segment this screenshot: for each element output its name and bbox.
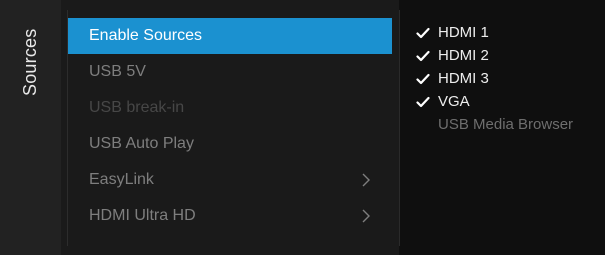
side-panel: Sources: [0, 0, 61, 255]
menu-item-enable-sources[interactable]: Enable Sources: [68, 18, 392, 54]
sources-list: HDMI 1 HDMI 2 HDMI 3 VGA USB Media Brows…: [416, 21, 573, 136]
menu-item-usb-break-in: USB break-in: [68, 90, 392, 126]
chevron-right-icon: [362, 209, 370, 223]
sources-screen: Sources Enable Sources USB 5V USB break-…: [0, 0, 605, 255]
source-item-vga[interactable]: VGA: [416, 90, 573, 113]
checkmark-icon: [416, 27, 430, 39]
checkmark-icon: [416, 96, 430, 108]
menu-item-label: Enable Sources: [89, 27, 202, 44]
source-item-hdmi-3[interactable]: HDMI 3: [416, 67, 573, 90]
menu-item-label: EasyLink: [89, 171, 154, 188]
source-item-label: HDMI 1: [438, 24, 489, 41]
source-item-label: VGA: [438, 93, 470, 110]
source-item-label: HDMI 3: [438, 70, 489, 87]
settings-menu: Enable Sources USB 5V USB break-in USB A…: [61, 0, 399, 255]
source-item-usb-media-browser[interactable]: USB Media Browser: [416, 113, 573, 136]
chevron-right-icon: [362, 173, 370, 187]
menu-item-label: USB break-in: [89, 99, 185, 116]
menu-item-label: USB Auto Play: [89, 135, 194, 152]
source-item-hdmi-1[interactable]: HDMI 1: [416, 21, 573, 44]
settings-menu-list: Enable Sources USB 5V USB break-in USB A…: [68, 18, 392, 234]
menu-item-easylink[interactable]: EasyLink: [68, 162, 392, 198]
checkmark-icon: [416, 50, 430, 62]
sources-panel: HDMI 1 HDMI 2 HDMI 3 VGA USB Media Brows…: [399, 0, 605, 255]
checkmark-icon: [416, 73, 430, 85]
menu-item-usb-5v[interactable]: USB 5V: [68, 54, 392, 90]
source-item-label: HDMI 2: [438, 47, 489, 64]
source-item-label: USB Media Browser: [438, 116, 574, 133]
menu-item-usb-auto-play[interactable]: USB Auto Play: [68, 126, 392, 162]
source-item-hdmi-2[interactable]: HDMI 2: [416, 44, 573, 67]
menu-item-label: HDMI Ultra HD: [89, 207, 196, 224]
menu-item-label: USB 5V: [89, 63, 146, 80]
side-panel-title: Sources: [20, 28, 40, 96]
menu-item-hdmi-ultra-hd[interactable]: HDMI Ultra HD: [68, 198, 392, 234]
